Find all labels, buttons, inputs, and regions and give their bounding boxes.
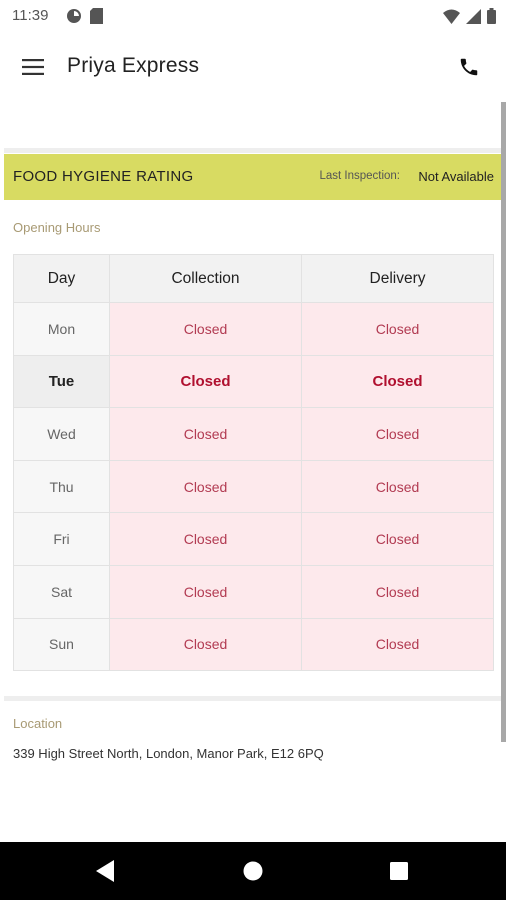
location-label: Location	[13, 716, 63, 731]
last-inspection-value: Not Available	[418, 169, 494, 184]
back-triangle-icon	[96, 860, 114, 882]
scrollbar[interactable]	[501, 102, 506, 742]
recents-square-icon	[390, 862, 408, 880]
last-inspection-label: Last Inspection:	[319, 170, 400, 182]
table-row: Wed Closed Closed	[13, 407, 494, 461]
table-row: Fri Closed Closed	[13, 512, 494, 566]
day-cell: Sun	[13, 617, 110, 672]
column-header-collection: Collection	[109, 254, 302, 303]
divider	[4, 148, 502, 153]
data-saver-icon	[67, 9, 81, 23]
system-nav-bar	[0, 842, 506, 900]
delivery-cell: Closed	[301, 564, 494, 619]
app-bar: Priya Express	[0, 32, 506, 102]
back-button[interactable]	[76, 842, 136, 900]
wifi-icon	[443, 9, 460, 24]
table-header-row: Day Collection Delivery	[13, 254, 494, 303]
status-bar: 11:39	[0, 0, 506, 32]
system-icons	[443, 8, 496, 24]
recents-button[interactable]	[369, 842, 429, 900]
delivery-cell: Closed	[301, 302, 494, 356]
signal-icon	[466, 8, 481, 24]
day-cell: Thu	[13, 459, 110, 514]
page-title: Priya Express	[67, 54, 200, 77]
home-button[interactable]	[223, 842, 283, 900]
sim-card-icon	[90, 8, 103, 24]
notification-icons	[66, 8, 103, 24]
collection-cell: Closed	[109, 302, 302, 356]
delivery-cell: Closed	[301, 354, 494, 409]
address-text: 339 High Street North, London, Manor Par…	[13, 746, 324, 761]
table-row: Thu Closed Closed	[13, 459, 494, 514]
opening-hours-label: Opening Hours	[13, 220, 101, 235]
delivery-cell: Closed	[301, 459, 494, 514]
day-cell: Fri	[13, 512, 110, 566]
home-circle-icon	[243, 861, 263, 881]
table-row: Sun Closed Closed	[13, 617, 494, 672]
phone-icon	[460, 58, 478, 76]
battery-icon	[487, 8, 496, 24]
column-header-delivery: Delivery	[301, 254, 494, 303]
table-row: Mon Closed Closed	[13, 302, 494, 356]
column-header-day: Day	[13, 254, 110, 303]
status-time: 11:39	[12, 7, 49, 24]
collection-cell: Closed	[109, 564, 302, 619]
table-row: Sat Closed Closed	[13, 564, 494, 619]
menu-button[interactable]	[16, 52, 50, 82]
day-cell: Tue	[13, 354, 110, 409]
collection-cell: Closed	[109, 459, 302, 514]
delivery-cell: Closed	[301, 512, 494, 566]
delivery-cell: Closed	[301, 407, 494, 461]
hygiene-rating-banner: FOOD HYGIENE RATING Last Inspection: Not…	[4, 154, 502, 200]
day-cell: Sat	[13, 564, 110, 619]
divider	[4, 696, 502, 701]
collection-cell: Closed	[109, 354, 302, 409]
opening-hours-table: Day Collection Delivery Mon Closed Close…	[13, 254, 494, 672]
hamburger-menu-icon	[22, 59, 44, 75]
collection-cell: Closed	[109, 407, 302, 461]
table-row-today: Tue Closed Closed	[13, 354, 494, 409]
hygiene-rating-title: FOOD HYGIENE RATING	[13, 168, 194, 185]
delivery-cell: Closed	[301, 617, 494, 672]
collection-cell: Closed	[109, 617, 302, 672]
call-button[interactable]	[454, 52, 484, 82]
day-cell: Mon	[13, 302, 110, 356]
day-cell: Wed	[13, 407, 110, 461]
collection-cell: Closed	[109, 512, 302, 566]
